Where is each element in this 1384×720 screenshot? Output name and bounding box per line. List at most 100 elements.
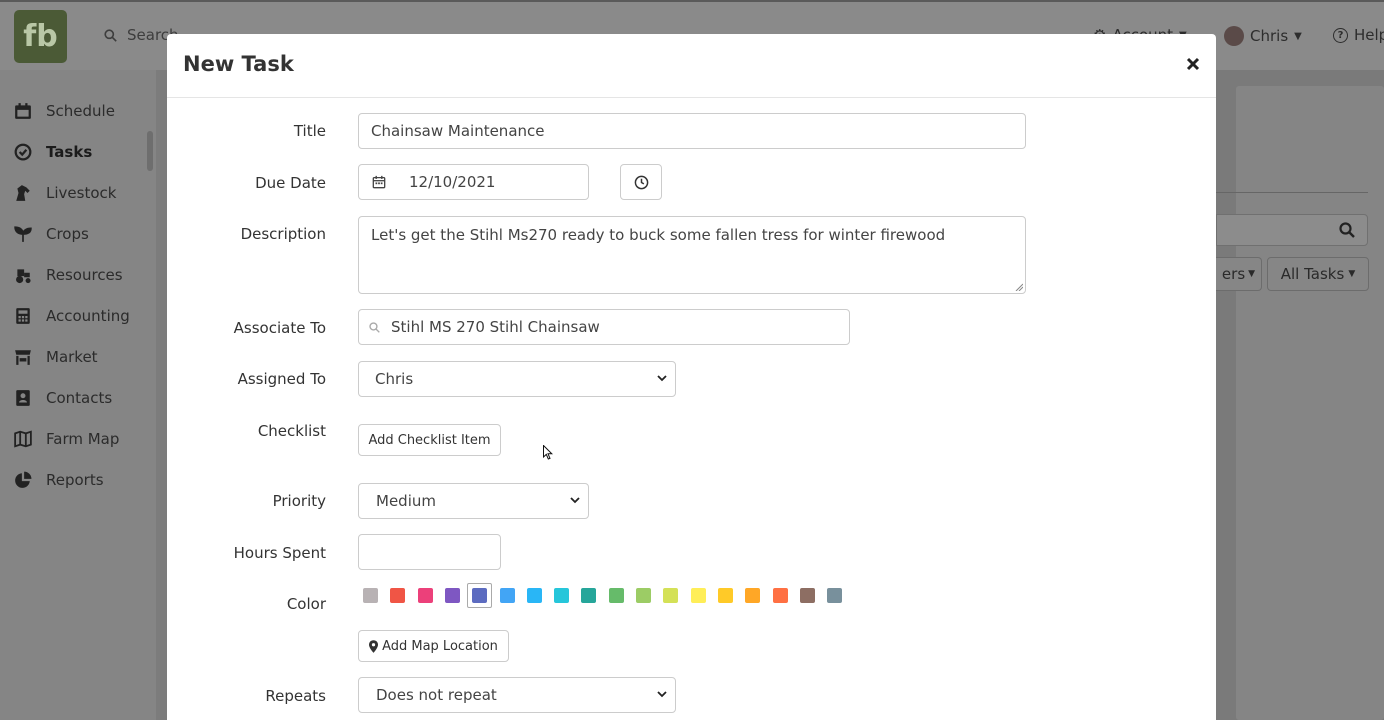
task-search-input[interactable] [1216, 214, 1368, 246]
due-date-label: Due Date [255, 174, 326, 192]
modal-title: New Task [183, 52, 294, 76]
associate-to-input[interactable]: Stihl MS 270 Stihl Chainsaw [358, 309, 850, 345]
sidebar-item-label: Contacts [46, 388, 113, 407]
map-marker-icon [369, 639, 379, 653]
calendar-icon [359, 175, 399, 189]
search-icon [1339, 222, 1355, 238]
sidebar-item-label: Market [46, 347, 98, 366]
add-map-location-label: Add Map Location [382, 638, 498, 654]
close-icon [1186, 57, 1200, 71]
chevron-down-icon [657, 691, 667, 698]
chevron-down-icon [570, 497, 580, 504]
color-swatch[interactable] [554, 588, 569, 603]
color-swatch[interactable] [827, 588, 842, 603]
color-swatch[interactable] [500, 588, 515, 603]
time-picker-button[interactable] [620, 164, 662, 200]
seedling-icon [14, 225, 32, 242]
sidebar-item-label: Crops [46, 224, 89, 243]
search-icon [104, 28, 117, 42]
help-label: Help [1354, 26, 1384, 44]
calendar-icon [15, 102, 31, 119]
clock-icon [634, 175, 648, 189]
description-value: Let's get the Stihl Ms270 ready to buck … [371, 226, 946, 244]
color-swatch[interactable] [800, 588, 815, 603]
calculator-icon [16, 307, 30, 324]
address-book-icon [16, 389, 30, 406]
resize-handle-icon[interactable] [1015, 283, 1023, 291]
sidebar-item-resources[interactable]: Resources [0, 254, 156, 295]
sidebar-item-label: Farm Map [46, 429, 120, 448]
tractor-icon [16, 268, 31, 283]
priority-select[interactable]: Medium [358, 483, 589, 519]
sidebar-item-label: Tasks [46, 142, 93, 161]
store-icon [15, 349, 31, 365]
color-swatch[interactable] [663, 588, 678, 603]
color-swatch[interactable] [418, 588, 433, 603]
repeats-label: Repeats [265, 687, 326, 705]
close-button[interactable] [1186, 52, 1200, 77]
sidebar-item-label: Reports [46, 470, 104, 489]
user-name: Chris [1250, 27, 1289, 45]
mouse-pointer-icon [543, 445, 553, 460]
checklist-label: Checklist [257, 422, 326, 440]
assigned-to-value: Chris [375, 370, 414, 388]
filters-dropdown[interactable]: ers ▼ [1216, 257, 1262, 291]
title-input[interactable]: Chainsaw Maintenance [358, 113, 1026, 149]
description-textarea[interactable]: Let's get the Stihl Ms270 ready to buck … [358, 216, 1026, 294]
hours-spent-input[interactable] [358, 534, 501, 570]
all-tasks-dropdown[interactable]: All Tasks ▼ [1267, 257, 1369, 291]
help-link[interactable]: ? Help [1333, 26, 1384, 44]
due-date-input[interactable]: 12/10/2021 [358, 164, 589, 200]
due-date-value: 12/10/2021 [409, 173, 496, 191]
caret-down-icon: ▼ [1248, 269, 1256, 279]
add-map-location-button[interactable]: Add Map Location [358, 630, 509, 662]
hours-spent-label: Hours Spent [233, 544, 326, 562]
avatar [1224, 26, 1244, 46]
chevron-down-icon [657, 375, 667, 382]
horse-icon [16, 184, 30, 201]
new-task-modal: New Task Title Chainsaw Maintenance Due … [167, 34, 1216, 720]
add-checklist-item-button[interactable]: Add Checklist Item [358, 424, 501, 456]
assigned-to-label: Assigned To [237, 370, 326, 388]
tasks-panel [1236, 86, 1384, 720]
map-icon [14, 429, 32, 448]
filters-label: ers [1221, 265, 1246, 283]
color-swatch[interactable] [745, 588, 760, 603]
pie-chart-icon [15, 471, 32, 488]
app-logo[interactable]: fb [14, 10, 67, 63]
repeats-select[interactable]: Does not repeat [358, 677, 676, 713]
color-swatch[interactable] [773, 588, 788, 603]
modal-header: New Task [167, 34, 1216, 98]
description-label: Description [240, 225, 326, 243]
associate-to-value: Stihl MS 270 Stihl Chainsaw [391, 318, 600, 336]
repeats-value: Does not repeat [376, 686, 497, 704]
sidebar-item-label: Livestock [46, 183, 117, 202]
question-circle-icon: ? [1333, 27, 1348, 43]
all-tasks-label: All Tasks [1280, 265, 1345, 283]
color-swatch[interactable] [718, 588, 733, 603]
search-icon [369, 321, 380, 333]
check-circle-icon [14, 143, 32, 160]
color-label: Color [286, 595, 326, 613]
color-swatch[interactable] [390, 588, 405, 603]
sidebar-item-label: Resources [46, 265, 123, 284]
sidebar-item-label: Accounting [46, 306, 130, 325]
priority-value: Medium [376, 492, 436, 510]
color-swatch[interactable] [609, 588, 624, 603]
title-label: Title [293, 122, 326, 140]
color-swatch[interactable] [363, 588, 378, 603]
caret-down-icon: ▼ [1348, 269, 1356, 279]
color-swatch[interactable] [581, 588, 596, 603]
caret-down-icon: ▼ [1294, 30, 1302, 42]
user-menu[interactable]: Chris ▼ [1224, 26, 1302, 46]
sidebar-item-label: Schedule [46, 101, 115, 120]
divider [1216, 192, 1368, 193]
assigned-to-select[interactable]: Chris [358, 361, 676, 397]
color-swatch[interactable] [636, 588, 651, 603]
priority-label: Priority [272, 492, 326, 510]
color-swatch[interactable] [445, 588, 460, 603]
color-swatch[interactable] [691, 588, 706, 603]
color-swatch[interactable] [472, 588, 487, 603]
associate-to-label: Associate To [233, 319, 326, 337]
color-swatch[interactable] [527, 588, 542, 603]
